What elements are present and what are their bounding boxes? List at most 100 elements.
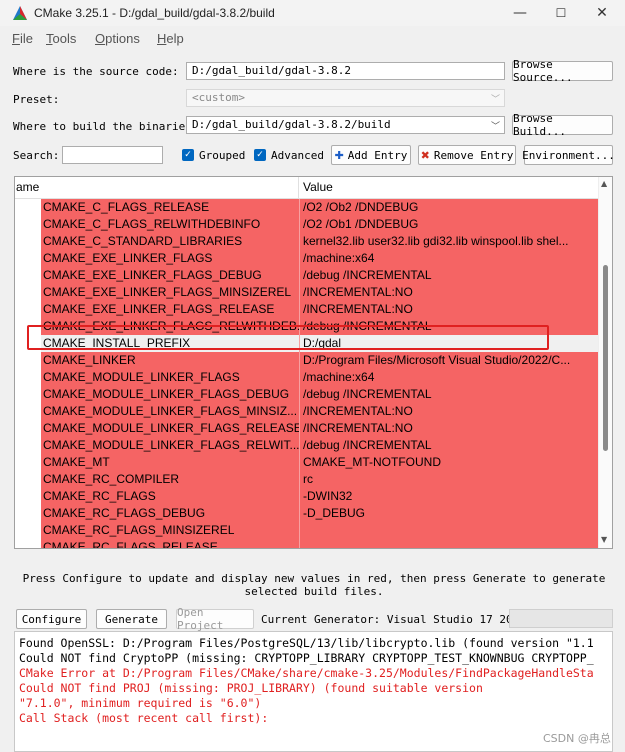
table-row[interactable]: CMAKE_MODULE_LINKER_FLAGS_MINSIZ.../INCR… <box>15 403 598 420</box>
build-label: Where to build the binaries: <box>13 120 199 133</box>
table-row[interactable]: CMAKE_MT CMAKE_MT-NOTFOUND <box>15 454 598 471</box>
row-name-cell[interactable]: CMAKE_EXE_LINKER_FLAGS_DEBUG <box>41 267 301 284</box>
row-value-cell[interactable]: /INCREMENTAL:NO <box>299 420 598 437</box>
hint-text: Press Configure to update and display ne… <box>22 572 606 598</box>
browse-build-button[interactable]: Browse Build... <box>512 112 613 138</box>
row-name-cell[interactable]: CMAKE_RC_FLAGS_RELEASE <box>41 539 301 548</box>
table-row[interactable]: CMAKE_MODULE_LINKER_FLAGS_RELWIT.../debu… <box>15 437 598 454</box>
configure-button[interactable]: Configure <box>16 609 87 629</box>
table-row[interactable]: CMAKE_RC_FLAGS -DWIN32 <box>15 488 598 505</box>
add-entry-button[interactable]: ✚ Add Entry <box>331 145 411 165</box>
vertical-scrollbar[interactable]: ▲ ▼ <box>598 177 612 548</box>
scroll-down-icon[interactable]: ▼ <box>601 535 607 544</box>
table-row[interactable]: CMAKE_RC_FLAGS_DEBUG -D_DEBUG <box>15 505 598 522</box>
browse-source-button[interactable]: Browse Source... <box>512 58 613 84</box>
search-input[interactable] <box>62 146 163 164</box>
highlight-box <box>27 325 549 350</box>
table-row[interactable]: CMAKE_EXE_LINKER_FLAGS_MINSIZEREL/INCREM… <box>15 284 598 301</box>
row-name-cell[interactable]: CMAKE_RC_FLAGS <box>41 488 301 505</box>
row-value-cell[interactable] <box>299 522 598 539</box>
table-row[interactable]: CMAKE_EXE_LINKER_FLAGS_DEBUG/debug /INCR… <box>15 267 598 284</box>
table-row[interactable]: CMAKE_C_STANDARD_LIBRARIES kernel32.lib u… <box>15 233 598 250</box>
row-value-cell[interactable]: /machine:x64 <box>299 369 598 386</box>
row-name-cell[interactable]: CMAKE_LINKER <box>41 352 301 369</box>
menu-tools[interactable]: Tools <box>46 31 76 46</box>
row-name-cell[interactable]: CMAKE_EXE_LINKER_FLAGS <box>41 250 301 267</box>
menu-options[interactable]: Options <box>95 31 140 46</box>
table-row[interactable]: CMAKE_RC_FLAGS_RELEASE <box>15 539 598 548</box>
row-value-cell[interactable]: D:/Program Files/Microsoft Visual Studio… <box>299 352 598 369</box>
grouped-checkbox[interactable]: ✓ <box>182 149 194 161</box>
row-value-cell[interactable]: -DWIN32 <box>299 488 598 505</box>
preset-value: <custom> <box>192 91 245 104</box>
column-value-header[interactable]: Value <box>303 180 333 194</box>
row-name-cell[interactable]: CMAKE_RC_FLAGS_MINSIZEREL <box>41 522 301 539</box>
title-bar[interactable]: CMake 3.25.1 - D:/gdal_build/gdal-3.8.2/… <box>0 0 625 26</box>
row-name-cell[interactable]: CMAKE_EXE_LINKER_FLAGS_MINSIZEREL <box>41 284 301 301</box>
table-row[interactable]: CMAKE_LINKER D:/Program Files/Microsoft V… <box>15 352 598 369</box>
column-name-header[interactable]: ame <box>16 180 39 194</box>
row-value-cell[interactable]: /machine:x64 <box>299 250 598 267</box>
advanced-checkbox[interactable]: ✓ <box>254 149 266 161</box>
table-row[interactable]: CMAKE_RC_FLAGS_MINSIZEREL <box>15 522 598 539</box>
row-value-cell[interactable] <box>299 539 598 548</box>
table-row[interactable]: CMAKE_EXE_LINKER_FLAGS/machine:x64 <box>15 250 598 267</box>
row-name-cell[interactable]: CMAKE_MODULE_LINKER_FLAGS_RELWIT... <box>41 437 301 454</box>
menu-file[interactable]: File <box>12 31 33 46</box>
row-value-cell[interactable]: /INCREMENTAL:NO <box>299 301 598 318</box>
environment-button[interactable]: Environment... <box>522 145 615 165</box>
cmake-logo-icon <box>13 6 27 20</box>
row-name-cell[interactable]: CMAKE_EXE_LINKER_FLAGS_RELEASE <box>41 301 301 318</box>
row-value-cell[interactable]: /O2 /Ob1 /DNDEBUG <box>299 216 598 233</box>
close-button[interactable]: ✕ <box>582 0 622 26</box>
output-log[interactable]: Found OpenSSL: D:/Program Files/PostgreS… <box>14 631 613 752</box>
row-name-cell[interactable]: CMAKE_RC_FLAGS_DEBUG <box>41 505 301 522</box>
menu-help[interactable]: Help <box>157 31 184 46</box>
row-name-cell[interactable]: CMAKE_C_FLAGS_RELWITHDEBINFO <box>41 216 301 233</box>
row-value-cell[interactable]: /INCREMENTAL:NO <box>299 284 598 301</box>
row-value-cell[interactable]: CMAKE_MT-NOTFOUND <box>299 454 598 471</box>
table-row[interactable]: CMAKE_EXE_LINKER_FLAGS_RELEASE/INCREMENT… <box>15 301 598 318</box>
output-line: Call Stack (most recent call first): <box>19 711 269 725</box>
preset-select[interactable]: <custom> ﹀ <box>186 89 505 107</box>
table-row[interactable]: CMAKE_MODULE_LINKER_FLAGS/machine:x64 <box>15 369 598 386</box>
maximize-button[interactable]: ☐ <box>541 0 581 26</box>
row-value-cell[interactable]: rc <box>299 471 598 488</box>
table-body: CMAKE_C_FLAGS_RELEASE/O2 /Ob2 /DNDEBUG CM… <box>15 199 598 548</box>
row-name-cell[interactable]: CMAKE_C_STANDARD_LIBRARIES <box>41 233 301 250</box>
chevron-down-icon: ﹀ <box>490 122 500 132</box>
menu-bar: File Tools Options Help <box>0 28 625 50</box>
table-row[interactable]: CMAKE_C_FLAGS_RELEASE/O2 /Ob2 /DNDEBUG <box>15 199 598 216</box>
row-value-cell[interactable]: /INCREMENTAL:NO <box>299 403 598 420</box>
table-row[interactable]: CMAKE_C_FLAGS_RELWITHDEBINFO/O2 /Ob1 /DN… <box>15 216 598 233</box>
window-title: CMake 3.25.1 - D:/gdal_build/gdal-3.8.2/… <box>34 6 275 20</box>
remove-entry-button[interactable]: ✖ Remove Entry <box>418 145 516 165</box>
row-name-cell[interactable]: CMAKE_MODULE_LINKER_FLAGS <box>41 369 301 386</box>
row-value-cell[interactable]: /debug /INCREMENTAL <box>299 267 598 284</box>
generate-button[interactable]: Generate <box>96 609 167 629</box>
build-path-select[interactable]: D:/gdal_build/gdal-3.8.2/build ﹀ <box>186 116 505 134</box>
row-name-cell[interactable]: CMAKE_MODULE_LINKER_FLAGS_RELEASE <box>41 420 301 437</box>
row-name-cell[interactable]: CMAKE_MT <box>41 454 301 471</box>
scroll-up-icon[interactable]: ▲ <box>601 179 607 188</box>
scrollbar-thumb[interactable] <box>603 265 608 451</box>
source-path-input[interactable]: D:/gdal_build/gdal-3.8.2 <box>186 62 505 80</box>
row-name-cell[interactable]: CMAKE_MODULE_LINKER_FLAGS_MINSIZ... <box>41 403 301 420</box>
output-line: CMake Error at D:/Program Files/CMake/sh… <box>19 666 594 680</box>
table-row[interactable]: CMAKE_RC_COMPILER rc <box>15 471 598 488</box>
row-name-cell[interactable]: CMAKE_MODULE_LINKER_FLAGS_DEBUG <box>41 386 301 403</box>
output-line: "7.1.0", minimum required is "6.0") <box>19 696 262 710</box>
row-value-cell[interactable]: /debug /INCREMENTAL <box>299 437 598 454</box>
advanced-label: Advanced <box>271 149 324 162</box>
table-row[interactable]: CMAKE_MODULE_LINKER_FLAGS_RELEASE/INCREM… <box>15 420 598 437</box>
row-value-cell[interactable]: -D_DEBUG <box>299 505 598 522</box>
row-name-cell[interactable]: CMAKE_RC_COMPILER <box>41 471 301 488</box>
cache-table[interactable]: ame Value CMAKE_C_FLAGS_RELEASE/O2 /Ob2 … <box>14 176 613 549</box>
minimize-button[interactable]: — <box>500 0 540 26</box>
row-name-cell[interactable]: CMAKE_C_FLAGS_RELEASE <box>41 199 301 216</box>
open-project-button[interactable]: Open Project <box>176 606 254 632</box>
table-row[interactable]: CMAKE_MODULE_LINKER_FLAGS_DEBUG/debug /I… <box>15 386 598 403</box>
row-value-cell[interactable]: /O2 /Ob2 /DNDEBUG <box>299 199 598 216</box>
row-value-cell[interactable]: kernel32.lib user32.lib gdi32.lib winspo… <box>299 233 598 250</box>
row-value-cell[interactable]: /debug /INCREMENTAL <box>299 386 598 403</box>
